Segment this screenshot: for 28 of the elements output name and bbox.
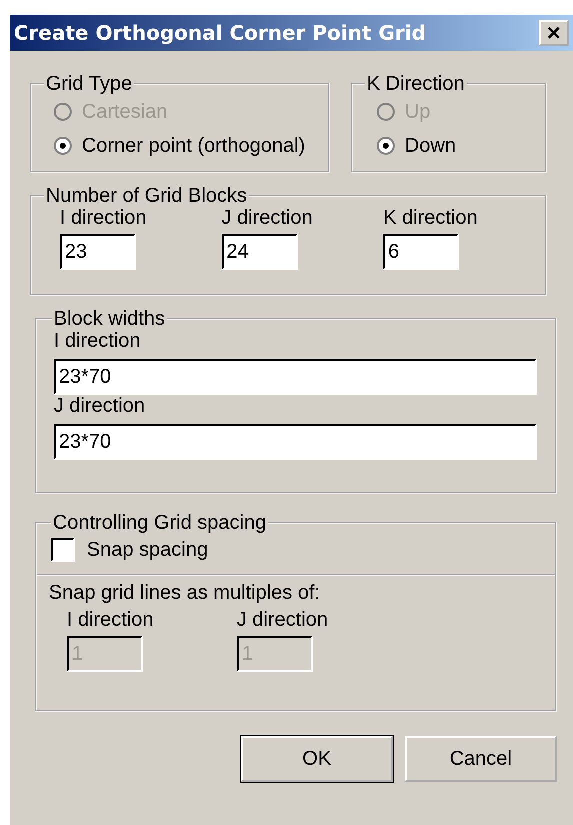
dialog-button[interactable]: Cancel: [405, 736, 557, 782]
snap-checkbox-row[interactable]: Snap spacing: [37, 534, 555, 574]
group-title: K Direction: [366, 73, 466, 95]
radio-option[interactable]: Down: [377, 129, 531, 163]
close-button[interactable]: [539, 20, 569, 46]
checkbox[interactable]: [51, 538, 75, 562]
close-icon: [547, 26, 561, 40]
field-label: I direction: [54, 330, 142, 353]
input-field[interactable]: 6: [383, 234, 460, 270]
dialog-button[interactable]: OK: [241, 736, 393, 782]
input-field[interactable]: 23*70: [54, 424, 537, 460]
field-label: J direction: [222, 207, 314, 230]
group-title: Number of Grid Blocks: [45, 185, 248, 207]
group-title: Controlling Grid spacing: [52, 512, 268, 534]
checkbox-label: Snap spacing: [87, 538, 208, 562]
section-label: Snap grid lines as multiples of:: [49, 582, 322, 605]
group-title: Block widths: [53, 308, 166, 330]
field-label: J direction: [54, 395, 146, 418]
field-label: J direction: [237, 609, 330, 632]
field-label: K direction: [383, 207, 479, 230]
input-field[interactable]: 23: [60, 234, 136, 270]
radio-option[interactable]: Corner point (orthogonal): [54, 129, 314, 163]
window-title: Create Orthogonal Corner Point Grid: [14, 21, 426, 45]
field-label: I direction: [60, 207, 148, 230]
group-title: Grid Type: [45, 73, 134, 95]
input-field[interactable]: 23*70: [54, 359, 537, 395]
field-label: I direction: [67, 609, 155, 632]
input-field[interactable]: 24: [222, 234, 298, 270]
